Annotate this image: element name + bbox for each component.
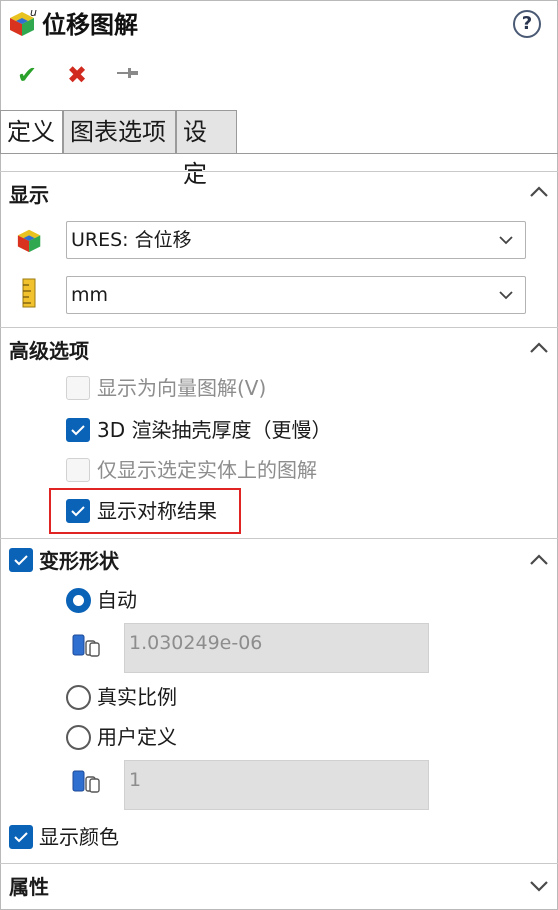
vector-plot-checkbox[interactable] bbox=[66, 376, 90, 400]
pin-button[interactable] bbox=[112, 60, 142, 90]
component-icon bbox=[16, 226, 44, 254]
page-title: 位移图解 bbox=[42, 11, 138, 39]
user-defined-label: 用户定义 bbox=[97, 725, 177, 749]
auto-radio[interactable] bbox=[66, 588, 91, 613]
symmetric-results-label: 显示对称结果 bbox=[97, 499, 217, 523]
checkmark-icon bbox=[14, 555, 28, 566]
vector-plot-label: 显示为向量图解(V) bbox=[97, 376, 267, 400]
advanced-section-title: 高级选项 bbox=[9, 339, 89, 363]
selected-bodies-label: 仅显示选定实体上的图解 bbox=[97, 458, 317, 482]
user-scale-field[interactable]: 1 bbox=[124, 760, 429, 810]
display-section-title: 显示 bbox=[9, 183, 49, 207]
svg-text:u: u bbox=[30, 8, 37, 19]
deformed-shape-checkbox[interactable] bbox=[9, 548, 33, 572]
expand-properties-button[interactable] bbox=[527, 874, 551, 898]
selected-bodies-checkbox[interactable] bbox=[66, 458, 90, 482]
chevron-up-icon bbox=[530, 342, 548, 353]
section-divider bbox=[0, 538, 558, 539]
unit-select-value: mm bbox=[71, 284, 109, 306]
scale-icon bbox=[72, 768, 104, 794]
checkmark-icon bbox=[71, 506, 85, 517]
ruler-icon bbox=[22, 278, 36, 308]
tab-settings[interactable]: 设定 bbox=[176, 110, 237, 188]
auto-radio-label: 自动 bbox=[97, 588, 137, 612]
component-select[interactable]: URES: 合位移 bbox=[66, 221, 526, 259]
chevron-down-icon bbox=[499, 291, 513, 300]
deformed-section-title: 变形形状 bbox=[39, 549, 119, 573]
pin-icon bbox=[117, 68, 138, 78]
checkmark-icon bbox=[71, 425, 85, 436]
checkmark-icon bbox=[14, 832, 28, 843]
symmetric-results-checkbox[interactable] bbox=[66, 499, 90, 523]
ok-button[interactable]: ✔ bbox=[12, 60, 42, 90]
user-defined-radio[interactable] bbox=[66, 725, 91, 750]
true-scale-radio[interactable] bbox=[66, 685, 91, 710]
properties-section-title: 属性 bbox=[9, 875, 49, 899]
collapse-advanced-button[interactable] bbox=[527, 336, 551, 360]
component-select-value: URES: 合位移 bbox=[71, 229, 192, 251]
chevron-down-icon bbox=[530, 881, 548, 892]
auto-scale-field[interactable]: 1.030249e-06 bbox=[124, 623, 429, 673]
chevron-up-icon bbox=[530, 186, 548, 197]
show-color-checkbox[interactable] bbox=[9, 825, 33, 849]
collapse-display-button[interactable] bbox=[527, 180, 551, 204]
tab-chart-options[interactable]: 图表选项 bbox=[63, 110, 176, 154]
collapse-deformed-button[interactable] bbox=[527, 548, 551, 572]
render-shell-checkbox[interactable] bbox=[66, 418, 90, 442]
chevron-up-icon bbox=[530, 554, 548, 565]
section-divider bbox=[0, 863, 558, 864]
show-color-label: 显示颜色 bbox=[39, 825, 119, 849]
render-shell-label: 3D 渲染抽壳厚度（更慢） bbox=[97, 418, 332, 442]
true-scale-label: 真实比例 bbox=[97, 685, 177, 709]
section-divider bbox=[0, 171, 558, 172]
tab-definition[interactable]: 定义 bbox=[0, 110, 63, 154]
section-divider bbox=[0, 327, 558, 328]
tab-divider bbox=[0, 153, 558, 154]
displacement-plot-icon: u bbox=[8, 6, 38, 38]
chevron-down-icon bbox=[499, 236, 513, 245]
scale-icon bbox=[72, 632, 104, 658]
unit-select[interactable]: mm bbox=[66, 276, 526, 314]
cancel-button[interactable]: ✖ bbox=[62, 60, 92, 90]
help-button[interactable]: ? bbox=[513, 10, 541, 38]
